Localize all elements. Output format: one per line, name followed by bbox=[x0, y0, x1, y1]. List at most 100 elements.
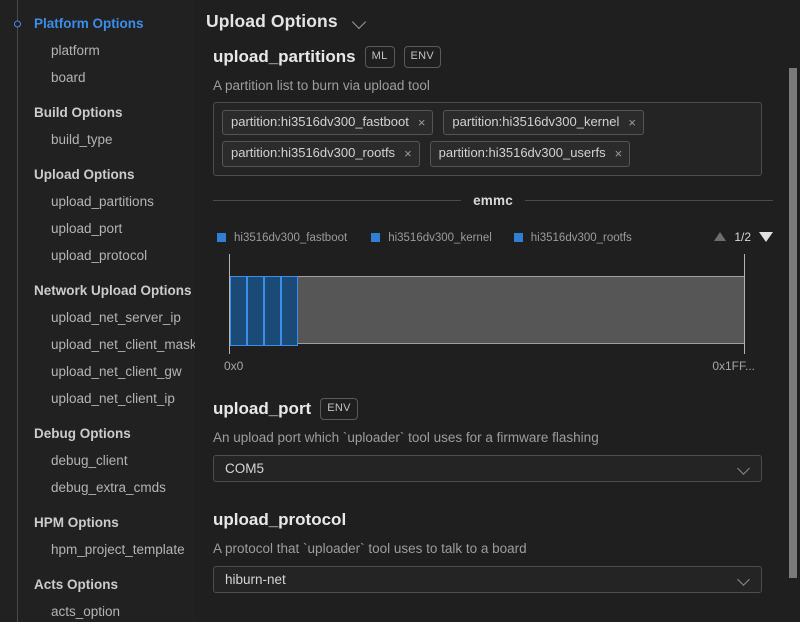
settings-tree-sidebar[interactable]: Platform Options platform board Build Optio… bbox=[0, 0, 195, 622]
tree-gap bbox=[0, 153, 195, 161]
chevron-down-icon bbox=[738, 575, 751, 583]
sidebar-item-acts-options[interactable]: Acts Options bbox=[0, 571, 195, 598]
settings-window: Platform Options platform board Build Optio… bbox=[0, 0, 800, 622]
sidebar-item-upload-net-client-gw[interactable]: upload_net_client_gw bbox=[0, 358, 195, 385]
close-icon[interactable]: × bbox=[628, 116, 636, 129]
sidebar-item-label: platform bbox=[51, 43, 100, 58]
sidebar-item-label: Build Options bbox=[34, 105, 123, 120]
settings-main-panel: Upload Options upload_partitions ML ENV … bbox=[195, 0, 800, 622]
sidebar-item-label: hpm_project_template bbox=[51, 542, 185, 557]
badge-ml: ML bbox=[364, 46, 395, 68]
sidebar-item-label: build_type bbox=[51, 132, 113, 147]
page-header: Upload Options bbox=[195, 0, 800, 34]
sidebar-item-hpm-project-template[interactable]: hpm_project_template bbox=[0, 536, 195, 563]
close-icon[interactable]: × bbox=[418, 116, 426, 129]
chart-title: emmc bbox=[473, 192, 513, 208]
legend-label: hi3516dv300_kernel bbox=[388, 231, 492, 244]
sidebar-item-label: Debug Options bbox=[34, 426, 131, 441]
close-icon[interactable]: × bbox=[404, 147, 412, 160]
field-description: An upload port which `uploader` tool use… bbox=[213, 429, 599, 445]
sidebar-item-board[interactable]: board bbox=[0, 64, 195, 91]
sidebar-item-debug-options[interactable]: Debug Options bbox=[0, 420, 195, 447]
upload-protocol-select[interactable]: hiburn-net bbox=[213, 565, 762, 593]
sidebar-item-upload-options[interactable]: Upload Options bbox=[0, 161, 195, 188]
field-title-row: upload_partitions ML ENV bbox=[213, 45, 800, 69]
field-title-row: upload_port ENV bbox=[213, 397, 800, 421]
sidebar-item-upload-net-server-ip[interactable]: upload_net_server_ip bbox=[0, 304, 195, 331]
axis-tick-right bbox=[744, 253, 745, 354]
field-label: upload_port bbox=[213, 398, 312, 418]
partition-segment[interactable] bbox=[230, 275, 247, 346]
sidebar-item-label: upload_net_client_gw bbox=[51, 364, 182, 379]
close-icon[interactable]: × bbox=[615, 147, 623, 160]
partition-chip[interactable]: partition:hi3516dv300_fastboot × bbox=[222, 110, 434, 136]
sidebar-item-label: upload_net_client_mask bbox=[51, 337, 195, 352]
sidebar-item-label: HPM Options bbox=[34, 515, 119, 530]
sidebar-item-label: Network Upload Options bbox=[34, 283, 192, 298]
partition-chip[interactable]: partition:hi3516dv300_kernel × bbox=[443, 110, 644, 136]
partition-chip-label: partition:hi3516dv300_fastboot bbox=[231, 114, 409, 129]
sidebar-item-acts-option[interactable]: acts_option bbox=[0, 598, 195, 622]
legend-swatch-icon bbox=[371, 233, 381, 242]
vertical-scrollbar[interactable] bbox=[786, 0, 800, 622]
tree-gap bbox=[0, 563, 195, 571]
sidebar-item-platform[interactable]: platform bbox=[0, 37, 195, 64]
sidebar-item-label: upload_partitions bbox=[51, 194, 154, 209]
legend-label: hi3516dv300_rootfs bbox=[530, 231, 632, 244]
partition-chip-label: partition:hi3516dv300_rootfs bbox=[231, 145, 396, 161]
sidebar-item-platform-options[interactable]: Platform Options bbox=[0, 10, 195, 37]
sidebar-item-label: Platform Options bbox=[34, 16, 144, 31]
tree-node-dot-icon[interactable] bbox=[14, 20, 21, 27]
axis-label-start: 0x0 bbox=[224, 358, 244, 373]
chart-title-row: emmc bbox=[213, 192, 774, 209]
partition-chips-input[interactable]: partition:hi3516dv300_fastboot × partition… bbox=[213, 102, 762, 176]
legend-item-fastboot[interactable]: hi3516dv300_fastboot bbox=[217, 232, 347, 244]
settings-tree-list[interactable]: Platform Options platform board Build Optio… bbox=[0, 10, 195, 622]
select-value: hiburn-net bbox=[225, 571, 286, 587]
partition-chip-label: partition:hi3516dv300_userfs bbox=[438, 145, 606, 161]
upload-port-select[interactable]: COM5 bbox=[213, 454, 762, 482]
sidebar-item-label: upload_net_client_ip bbox=[51, 391, 175, 406]
legend-page-label: 1/2 bbox=[734, 229, 751, 244]
triangle-down-icon[interactable] bbox=[759, 231, 773, 242]
badge-env: ENV bbox=[320, 397, 358, 420]
sidebar-item-upload-partitions[interactable]: upload_partitions bbox=[0, 188, 195, 215]
page-title: Upload Options bbox=[206, 10, 338, 31]
chart-axis-labels: 0x0 0x1FF... bbox=[213, 359, 761, 375]
sidebar-item-label: Acts Options bbox=[34, 577, 119, 592]
sidebar-item-label: upload_net_server_ip bbox=[51, 310, 181, 325]
scrollbar-thumb[interactable] bbox=[789, 68, 797, 578]
legend-pager[interactable]: 1/2 bbox=[714, 230, 773, 244]
legend-swatch-icon bbox=[513, 233, 523, 242]
sidebar-item-label: debug_extra_cmds bbox=[51, 480, 166, 495]
sidebar-item-upload-port[interactable]: upload_port bbox=[0, 215, 195, 242]
select-value: COM5 bbox=[225, 460, 265, 476]
partition-chip[interactable]: partition:hi3516dv300_userfs × bbox=[429, 141, 631, 167]
legend-item-kernel[interactable]: hi3516dv300_kernel bbox=[371, 232, 492, 244]
sidebar-item-label: acts_option bbox=[51, 604, 121, 619]
memory-bar-track[interactable] bbox=[230, 275, 744, 346]
axis-label-end: 0x1FF... bbox=[712, 358, 755, 373]
sidebar-item-build-options[interactable]: Build Options bbox=[0, 99, 195, 126]
chevron-down-icon bbox=[738, 464, 751, 472]
partition-segment[interactable] bbox=[263, 275, 281, 346]
emmc-chart: emmc hi3516dv300_fastboot hi3516dv300_ke… bbox=[213, 192, 774, 375]
partition-segment[interactable] bbox=[246, 275, 264, 346]
sidebar-item-network-upload-options[interactable]: Network Upload Options bbox=[0, 277, 195, 304]
partition-chip[interactable]: partition:hi3516dv300_rootfs × bbox=[222, 141, 420, 167]
field-label: upload_partitions bbox=[213, 47, 356, 66]
sidebar-item-debug-client[interactable]: debug_client bbox=[0, 447, 195, 474]
sidebar-item-debug-extra-cmds[interactable]: debug_extra_cmds bbox=[0, 474, 195, 501]
chart-legend: hi3516dv300_fastboot hi3516dv300_kernel … bbox=[213, 230, 773, 245]
sidebar-item-upload-protocol[interactable]: upload_protocol bbox=[0, 242, 195, 269]
partition-segment[interactable] bbox=[280, 275, 298, 346]
sidebar-item-hpm-options[interactable]: HPM Options bbox=[0, 509, 195, 536]
tree-gap bbox=[0, 91, 195, 99]
legend-item-rootfs[interactable]: hi3516dv300_rootfs bbox=[513, 231, 632, 244]
sidebar-item-upload-net-client-ip[interactable]: upload_net_client_ip bbox=[0, 385, 195, 412]
chevron-down-icon[interactable] bbox=[352, 17, 367, 26]
sidebar-item-build-type[interactable]: build_type bbox=[0, 126, 195, 153]
sidebar-item-upload-net-client-mask[interactable]: upload_net_client_mask bbox=[0, 331, 195, 358]
chart-plot-area bbox=[213, 253, 761, 354]
triangle-up-icon[interactable] bbox=[714, 232, 727, 241]
